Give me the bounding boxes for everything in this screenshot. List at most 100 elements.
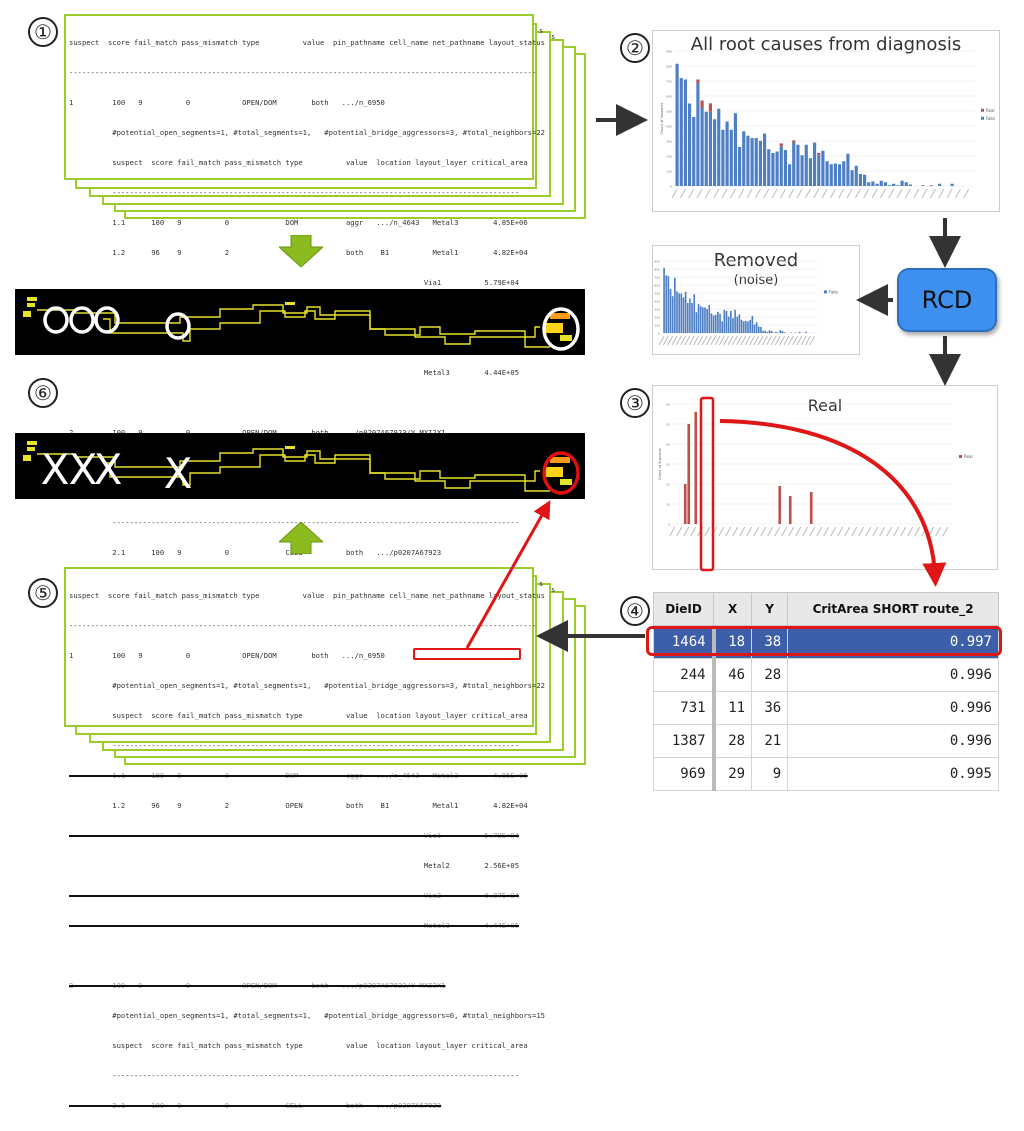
- bar-fake: [909, 185, 912, 187]
- y-tick-label: 10: [666, 503, 670, 507]
- x-tick-label: [789, 527, 794, 536]
- bar-fake: [896, 185, 899, 186]
- bar-real: [817, 153, 820, 155]
- bar-fake: [736, 317, 738, 333]
- legend-label: Fake: [986, 116, 996, 121]
- bar-fake: [693, 294, 695, 333]
- step-3-marker: ③: [620, 388, 650, 418]
- layout-view-result: XXXX: [15, 433, 585, 499]
- bar-real: [789, 496, 792, 524]
- table-cell[interactable]: 0.996: [788, 659, 999, 692]
- y-tick-label: 400: [666, 125, 672, 129]
- col-header-y[interactable]: Y: [752, 593, 788, 626]
- table-cell[interactable]: 28: [752, 659, 788, 692]
- x-tick-label: [805, 336, 810, 345]
- x-tick-label: [747, 189, 752, 198]
- bar-fake: [846, 154, 849, 186]
- bar-fake: [805, 332, 807, 333]
- table-cell[interactable]: 46: [714, 659, 752, 692]
- x-tick-label: [737, 336, 742, 345]
- bar-fake: [851, 170, 854, 186]
- bar-fake: [801, 155, 804, 186]
- table-cell[interactable]: 36: [752, 692, 788, 725]
- y-tick-label: 300: [666, 140, 672, 144]
- bar-fake: [689, 299, 691, 333]
- table-cell[interactable]: 0.996: [788, 725, 999, 758]
- bar-real: [810, 492, 813, 524]
- table-row[interactable]: 138728210.996: [654, 725, 999, 758]
- bar-fake: [767, 332, 769, 333]
- col-header-dieid[interactable]: DieID: [654, 593, 714, 626]
- bar-fake: [717, 109, 720, 186]
- bar-fake: [876, 184, 879, 186]
- x-tick-label: [672, 336, 677, 345]
- bar-fake: [762, 331, 764, 333]
- excluded-x-mark: X: [164, 449, 193, 498]
- bar-fake: [730, 130, 733, 186]
- x-tick-label: [880, 189, 885, 198]
- table-cell[interactable]: 1387: [654, 725, 714, 758]
- table-cell[interactable]: 969: [654, 758, 714, 791]
- bar-fake: [730, 311, 732, 333]
- bar-fake: [799, 332, 801, 333]
- table-cell[interactable]: 21: [752, 725, 788, 758]
- x-tick-label: [719, 527, 724, 536]
- selected-row-highlight: [646, 626, 1002, 656]
- table-row[interactable]: 9692990.995: [654, 758, 999, 791]
- col-header-critarea[interactable]: CritArea SHORT route_2: [788, 593, 999, 626]
- bar-fake: [749, 320, 751, 333]
- x-tick-label: [831, 527, 836, 536]
- y-tick-label: 800: [666, 65, 672, 69]
- table-cell[interactable]: 0.995: [788, 758, 999, 791]
- bar-real: [694, 412, 697, 524]
- x-tick-label: [758, 336, 763, 345]
- bar-fake: [726, 311, 728, 333]
- bar-fake: [665, 275, 667, 333]
- table-cell[interactable]: 731: [654, 692, 714, 725]
- table-cell[interactable]: 0.996: [788, 692, 999, 725]
- bar-fake: [696, 312, 698, 333]
- table-row[interactable]: 73111360.996: [654, 692, 999, 725]
- legend-label: Fake: [829, 289, 839, 294]
- x-tick-label: [887, 527, 892, 536]
- x-tick-label: [947, 189, 952, 198]
- table-cell[interactable]: 28: [714, 725, 752, 758]
- table-cell[interactable]: 11: [714, 692, 752, 725]
- bar-fake: [663, 268, 665, 333]
- bar-fake: [796, 145, 799, 186]
- x-tick-label: [789, 189, 794, 198]
- x-tick-label: [754, 527, 759, 536]
- bar-fake: [758, 327, 760, 333]
- bar-fake: [698, 304, 700, 333]
- layout-view-candidates: [15, 289, 585, 355]
- table-row[interactable]: 24446280.996: [654, 659, 999, 692]
- bar-fake: [771, 153, 774, 186]
- bar-real: [696, 80, 699, 83]
- excluded-x-mark: X: [94, 445, 123, 494]
- layout-wires: XXXX: [15, 433, 585, 499]
- table-cell[interactable]: 244: [654, 659, 714, 692]
- bar-fake: [938, 184, 941, 186]
- x-tick-label: [838, 527, 843, 536]
- x-tick-label: [866, 527, 871, 536]
- table-cell[interactable]: 9: [752, 758, 788, 791]
- bar-fake: [871, 182, 874, 187]
- bar-fake: [717, 312, 719, 333]
- table-cell[interactable]: 29: [714, 758, 752, 791]
- col-header-x[interactable]: X: [714, 593, 752, 626]
- x-tick-label: [822, 189, 827, 198]
- x-tick-label: [761, 527, 766, 536]
- die-table: DieID X Y CritArea SHORT route_2 1464183…: [653, 592, 999, 791]
- bar-fake: [830, 164, 833, 186]
- bar-fake: [855, 166, 858, 186]
- removed-row: 2.1 100 9 0 CELL both .../p0207A67923: [69, 1101, 545, 1111]
- cell-block: [545, 467, 563, 477]
- x-tick-label: [697, 189, 702, 198]
- x-tick-label: [797, 336, 802, 345]
- x-tick-label: [797, 189, 802, 198]
- x-tick-label: [676, 336, 681, 345]
- x-tick-label: [772, 189, 777, 198]
- highlight-box: [413, 648, 521, 660]
- x-tick-label: [855, 189, 860, 198]
- bar-fake: [905, 182, 908, 186]
